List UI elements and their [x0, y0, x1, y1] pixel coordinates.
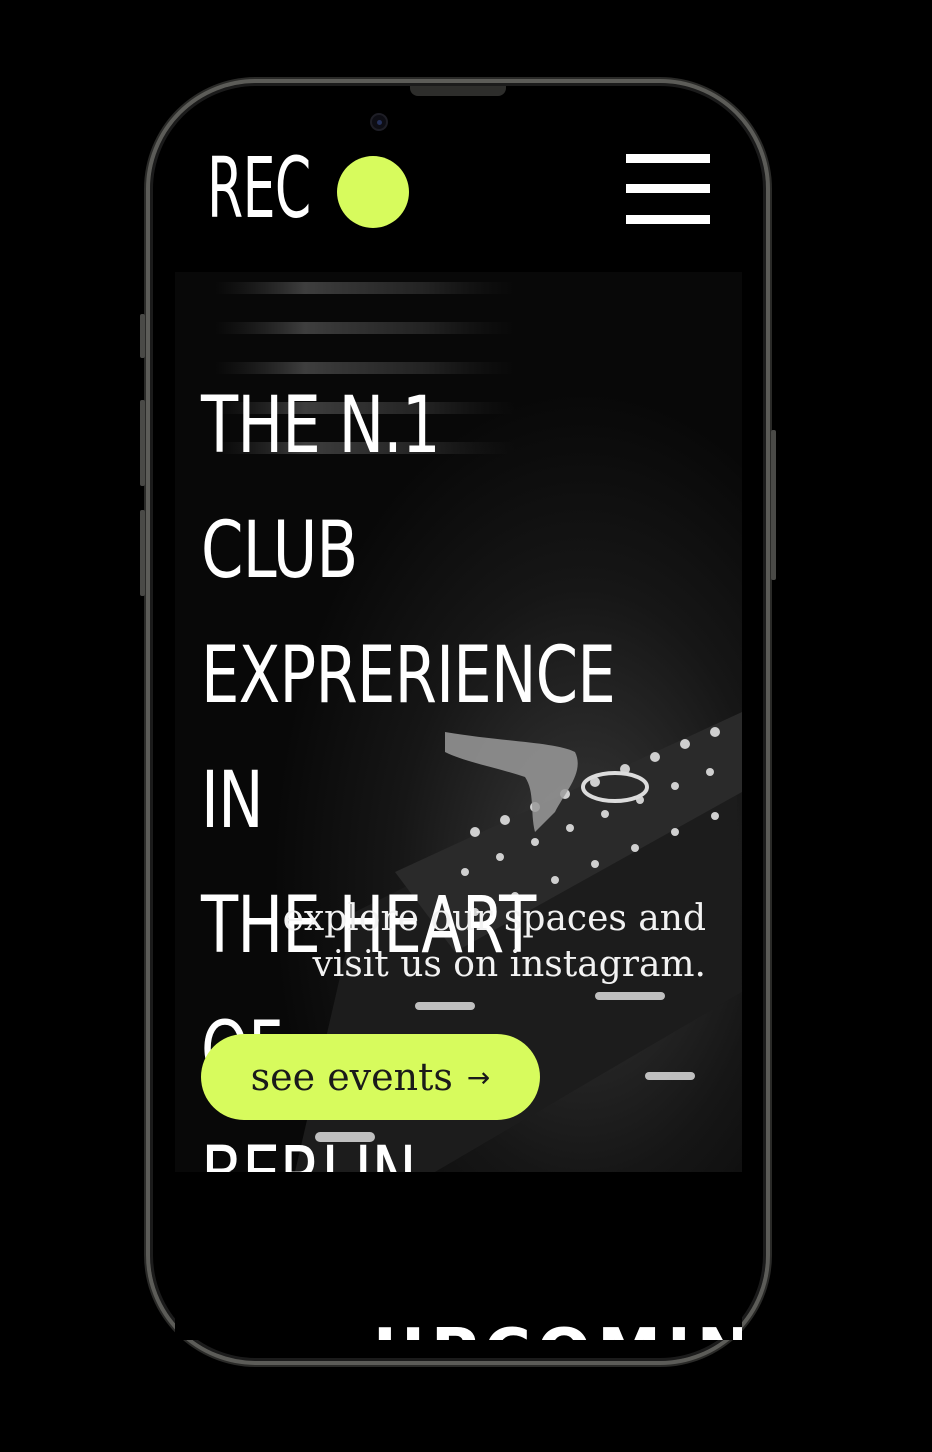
- hero-title-line-4: BERLIN: [201, 1114, 614, 1172]
- see-events-label: see events: [250, 1055, 453, 1099]
- menu-bar-middle: [626, 184, 710, 193]
- screen: REC THE N.1 CLUB EXPRERIENCE IN THE HEAR…: [175, 140, 742, 1340]
- speaker-grille: [410, 86, 506, 96]
- upcoming-heading: UPCOMING: [373, 1316, 742, 1340]
- hero-subtitle-line-2: visit us on instagram.: [312, 944, 706, 985]
- hero-section: THE N.1 CLUB EXPRERIENCE IN THE HEART OF…: [175, 272, 742, 1172]
- volume-up-button: [140, 400, 145, 486]
- logo-text: REC: [207, 140, 311, 237]
- next-section-clip: UPCOMING: [175, 1300, 742, 1340]
- hero-subtitle: explore our spaces and visit us on insta…: [236, 896, 706, 988]
- menu-bar-bottom: [626, 215, 710, 224]
- hamburger-menu-icon[interactable]: [626, 154, 710, 224]
- mute-switch: [140, 314, 145, 358]
- volume-down-button: [140, 510, 145, 596]
- arrow-right-icon: →: [466, 1060, 491, 1094]
- hero-title-line-1: THE N.1 CLUB: [201, 381, 441, 596]
- power-button: [771, 430, 776, 580]
- hero-subtitle-line-1: explore our spaces and: [282, 898, 706, 939]
- see-events-button[interactable]: see events →: [201, 1034, 540, 1120]
- front-camera: [370, 113, 388, 131]
- menu-bar-top: [626, 154, 710, 163]
- logo-dot: [337, 156, 409, 228]
- hero-title-line-2: EXPRERIENCE IN: [201, 631, 616, 846]
- logo[interactable]: REC: [207, 146, 409, 242]
- site-header: REC: [175, 140, 742, 272]
